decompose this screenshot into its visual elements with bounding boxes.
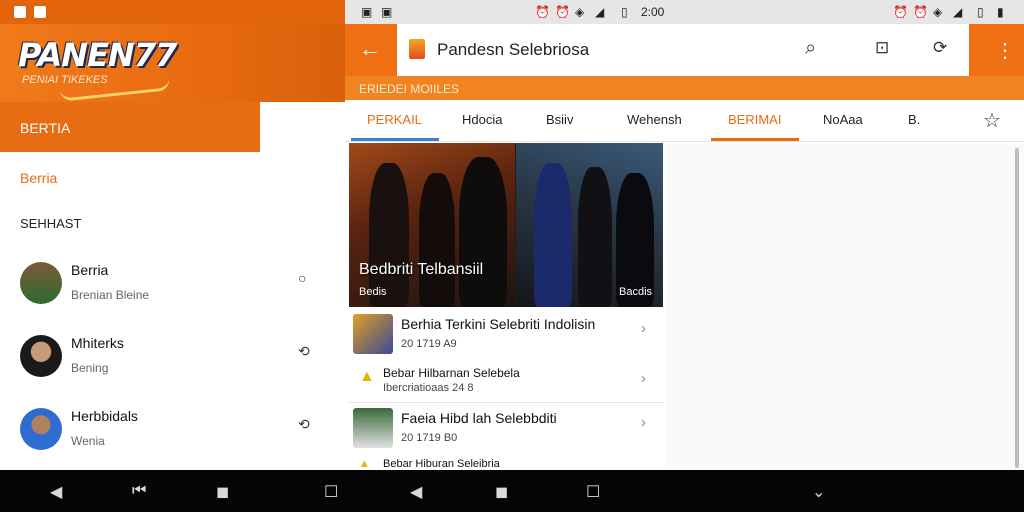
more-menu-icon[interactable]: ⋮: [995, 38, 1015, 63]
search-field[interactable]: Pandesn Selebriosa ⌕ ⊡ ⟳: [397, 24, 969, 76]
pin-icon: ▲: [359, 368, 375, 385]
list-item[interactable]: Bebar Hiburan Seleibria ▲: [349, 456, 663, 470]
notification-icon: ▣: [381, 5, 393, 19]
scrollbar[interactable]: [1015, 148, 1019, 468]
thumbnail: [353, 408, 393, 448]
chevron-down-icon[interactable]: ⌄: [812, 482, 825, 502]
logo-subtitle: PENIAI TIKEKES: [22, 74, 108, 86]
alarm-icon: ⏰: [535, 5, 550, 19]
share-icon[interactable]: ⟲: [298, 416, 310, 433]
back-icon[interactable]: ◀: [410, 482, 422, 502]
circle-icon[interactable]: ○: [298, 270, 306, 286]
news-meta: 20 1719 B0: [401, 432, 458, 444]
band-photo: [516, 143, 663, 307]
chevron-right-icon: ›: [641, 370, 646, 387]
drawer-item-selected[interactable]: BERTIA: [0, 102, 260, 152]
left-status-bar: [0, 0, 345, 24]
document-icon: [409, 39, 425, 59]
alarm-icon: ⏰: [555, 5, 570, 19]
tab-indicator: [351, 138, 439, 141]
system-nav-bar: ◀ ⏮ ◼ ☐ ◀ ◼ ☐ ⌄: [0, 470, 1024, 512]
notification-icon: [14, 6, 26, 18]
notification-icon: ▣: [361, 5, 373, 19]
drawer-item[interactable]: Berria: [20, 170, 57, 186]
recents-icon[interactable]: ☐: [324, 482, 338, 502]
app-logo: PANEN77: [18, 36, 177, 74]
battery-icon: ▯: [977, 5, 984, 19]
drawer-panel: PANEN77 PENIAI TIKEKES BERTIA Berria SEH…: [0, 0, 345, 470]
search-query[interactable]: Pandesn Selebriosa: [437, 40, 589, 60]
tab-item[interactable]: Wehensh: [627, 112, 682, 127]
chat-name: Herbbidals: [71, 408, 138, 424]
news-meta: 20 1719 A9: [401, 338, 457, 350]
detail-pane: [665, 143, 1024, 470]
app-bar: ← Pandesn Selebriosa ⌕ ⊡ ⟳ ⋮: [345, 24, 1024, 76]
chevron-right-icon: ›: [641, 320, 646, 337]
status-bar: ▣ ▣ ⏰ ⏰ ◈ ◢ ▯ 2:00 ⏰ ⏰ ◈ ◢ ▯ ▮: [345, 0, 1024, 24]
skip-back-icon[interactable]: ⏮: [132, 482, 146, 500]
chat-name: Mhiterks: [71, 335, 124, 351]
back-arrow-icon[interactable]: ←: [359, 36, 381, 62]
alarm-icon: ⏰: [893, 5, 908, 19]
home-icon[interactable]: ◼: [216, 482, 229, 502]
clock-text: 2:00: [641, 5, 665, 19]
chat-subtitle: Brenian Bleine: [71, 288, 150, 302]
divider: [349, 402, 663, 403]
avatar: [20, 262, 62, 304]
signal-icon: ▮: [997, 5, 1004, 19]
edit-icon[interactable]: ⊡: [875, 38, 889, 58]
featured-image[interactable]: Bedbriti Telbansiil Bedis Bacdis: [349, 143, 663, 307]
notification-icon: [34, 6, 46, 18]
recents-icon[interactable]: ☐: [586, 482, 600, 502]
share-icon[interactable]: ⟲: [298, 343, 310, 360]
pin-icon: ▲: [359, 458, 370, 470]
chevron-right-icon: ›: [641, 414, 646, 431]
news-meta: Ibercriatioaas 24 8: [383, 382, 474, 394]
share-icon[interactable]: ⟳: [933, 38, 947, 58]
chat-name: Berria: [71, 262, 109, 278]
category-band: ERIEDEI MOIILES: [345, 76, 1024, 100]
wifi-icon: ◈: [933, 5, 943, 19]
alarm-icon: ⏰: [913, 5, 928, 19]
main-panel: ▣ ▣ ⏰ ⏰ ◈ ◢ ▯ 2:00 ⏰ ⏰ ◈ ◢ ▯ ▮ ← Pandesn…: [345, 0, 1024, 470]
tab-indicator: [711, 138, 799, 141]
search-icon[interactable]: ⌕: [805, 37, 816, 60]
tab-item[interactable]: PERKAIL: [367, 112, 422, 127]
signal-icon: ◢: [953, 5, 963, 19]
signal-icon: ◢: [595, 5, 605, 19]
news-title: Bebar Hiburan Seleibria: [383, 458, 500, 470]
tab-item[interactable]: B.: [908, 112, 920, 127]
band-photo: [349, 143, 515, 307]
hero-title: Bedbriti Telbansiil: [359, 261, 484, 278]
chat-row[interactable]: Berria Brenian Bleine ○: [0, 262, 345, 332]
star-icon[interactable]: ☆: [983, 108, 1001, 133]
tab-bar: PERKAIL Hdocia Bsiiv Wehensh BERIMAI NoA…: [345, 100, 1024, 142]
chat-subtitle: Bening: [71, 361, 109, 375]
tab-item[interactable]: BERIMAI: [728, 112, 781, 127]
list-item[interactable]: Faeia Hibd lah Selebbditi 20 1719 B0 ›: [349, 406, 663, 454]
thumbnail: [353, 314, 393, 354]
hero-tag: Bedis: [359, 286, 387, 298]
battery-icon: ▯: [621, 5, 628, 19]
chat-subtitle: Wenia: [71, 434, 105, 448]
news-title: Faeia Hibd lah Selebbditi: [401, 410, 557, 426]
tab-item[interactable]: Bsiiv: [546, 112, 573, 127]
avatar: [20, 335, 62, 377]
wifi-icon: ◈: [575, 5, 585, 19]
back-icon[interactable]: ◀: [50, 482, 62, 502]
list-item[interactable]: Bebar Hilbarnan Selebela Ibercriatioaas …: [349, 364, 663, 400]
news-title: Berhia Terkini Selebriti Indolisin: [401, 316, 596, 332]
section-label: SEHHAST: [20, 216, 82, 231]
avatar: [20, 408, 62, 450]
tab-item[interactable]: Hdocia: [462, 112, 502, 127]
app-root: PANEN77 PENIAI TIKEKES BERTIA Berria SEH…: [0, 0, 1024, 512]
tab-item[interactable]: NoAaa: [823, 112, 863, 127]
hero-tag: Bacdis: [619, 286, 653, 298]
list-item[interactable]: Berhia Terkini Selebriti Indolisin 20 17…: [349, 312, 663, 362]
home-icon[interactable]: ◼: [495, 482, 508, 502]
chat-row[interactable]: Herbbidals Wenia ⟲: [0, 408, 345, 478]
drawer-header: PANEN77 PENIAI TIKEKES: [0, 24, 345, 102]
chat-row[interactable]: Mhiterks Bening ⟲: [0, 335, 345, 405]
news-title: Bebar Hilbarnan Selebela: [383, 366, 520, 380]
